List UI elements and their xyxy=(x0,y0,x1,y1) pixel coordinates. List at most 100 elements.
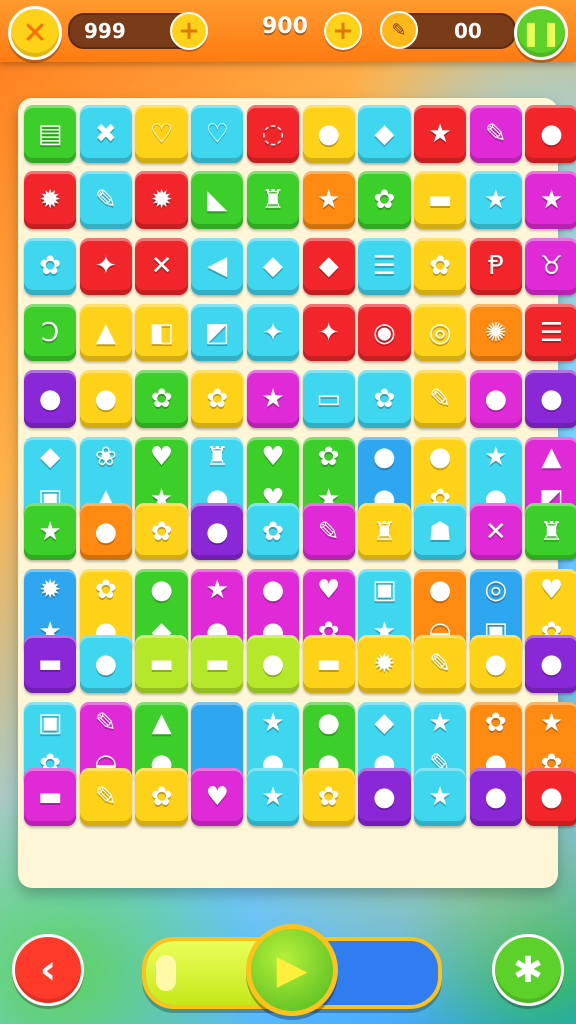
tile-r11-c8[interactable]: ★ xyxy=(413,768,467,826)
tile-r2-c1[interactable]: ✹ xyxy=(24,171,77,229)
tile-icon: ▬ xyxy=(316,649,341,680)
play-button[interactable]: ▶ xyxy=(246,924,338,1016)
tile-r9-c9[interactable]: ● xyxy=(469,635,522,693)
tile-r1-c9[interactable]: ✎ xyxy=(469,105,522,163)
tile-r11-c6[interactable]: ✿ xyxy=(302,768,355,826)
tile-r4-c2[interactable]: ▲ xyxy=(79,303,133,362)
tile-r3-c5[interactable]: ◆ xyxy=(246,237,300,296)
tile-r2-c8[interactable]: ▬ xyxy=(413,171,467,229)
tile-r7-c4[interactable]: ● xyxy=(191,502,244,561)
back-button[interactable]: ‹ xyxy=(12,934,84,1006)
tile-r5-c4[interactable]: ✿ xyxy=(191,370,244,428)
tile-r1-c1[interactable]: ▤ xyxy=(24,105,77,163)
tile-r5-c10[interactable]: ● xyxy=(525,370,576,428)
tile-icon: ✿ xyxy=(262,516,284,547)
tile-r3-c6[interactable]: ◆ xyxy=(302,237,355,296)
tile-r7-c6[interactable]: ✎ xyxy=(302,502,355,561)
tile-r9-c5[interactable]: ● xyxy=(246,635,300,693)
tile-r5-c8[interactable]: ✎ xyxy=(413,370,467,428)
tile-r7-c2[interactable]: ● xyxy=(79,502,133,561)
tile-r2-c7[interactable]: ✿ xyxy=(358,171,411,229)
tile-r2-c3[interactable]: ✹ xyxy=(135,171,188,229)
close-icon: ✕ xyxy=(22,15,48,51)
tile-r11-c10[interactable]: ● xyxy=(525,768,576,826)
tile-r4-c3[interactable]: ◧ xyxy=(135,303,188,362)
tile-r3-c7[interactable]: ☰ xyxy=(358,237,411,296)
tile-icon: ★ xyxy=(539,185,564,216)
tile-r1-c7[interactable]: ◆ xyxy=(358,105,411,163)
tile-r3-c8[interactable]: ✿ xyxy=(413,237,467,296)
add-score-button[interactable]: + xyxy=(324,12,362,50)
hint-pencil-button[interactable]: ✎ xyxy=(380,11,418,49)
tile-r2-c5[interactable]: ♜ xyxy=(246,171,300,229)
tile-r9-c7[interactable]: ✹ xyxy=(358,635,411,693)
tile-r1-c6[interactable]: ● xyxy=(302,105,355,163)
tile-r3-c9[interactable]: Ᵽ xyxy=(469,237,522,296)
tile-r11-c7[interactable]: ● xyxy=(358,768,411,826)
tile-icon: ▬ xyxy=(149,649,174,680)
tile-r9-c2[interactable]: ● xyxy=(79,635,133,693)
tile-r5-c1[interactable]: ● xyxy=(24,370,77,428)
tile-r11-c5[interactable]: ★ xyxy=(246,768,300,826)
tile-r9-c10[interactable]: ● xyxy=(525,635,576,693)
tile-r11-c4[interactable]: ♥ xyxy=(191,768,244,826)
tile-r5-c9[interactable]: ● xyxy=(469,370,522,428)
tile-r7-c7[interactable]: ♜ xyxy=(358,502,411,561)
tile-r1-c5[interactable]: ◌ xyxy=(246,105,300,163)
tile-r7-c5[interactable]: ✿ xyxy=(246,502,300,561)
tile-r3-c1[interactable]: ✿ xyxy=(24,237,77,296)
tile-r4-c5[interactable]: ✦ xyxy=(246,303,300,362)
tile-r7-c8[interactable]: ☗ xyxy=(413,502,467,561)
tile-icon: ▣ xyxy=(372,574,397,605)
tile-r1-c10[interactable]: ● xyxy=(525,105,576,163)
tile-r2-c2[interactable]: ✎ xyxy=(79,171,133,229)
tile-r7-c10[interactable]: ♜ xyxy=(525,502,576,561)
tile-r2-c6[interactable]: ★ xyxy=(302,171,355,229)
tile-icon: ◣ xyxy=(207,185,228,216)
pause-button[interactable]: ❚❚ xyxy=(514,6,568,60)
tile-r2-c4[interactable]: ◣ xyxy=(191,171,244,229)
tile-icon: ✦ xyxy=(262,317,284,348)
tile-r2-c9[interactable]: ★ xyxy=(469,171,522,229)
tile-r1-c4[interactable]: ♡ xyxy=(191,105,244,163)
tile-r11-c9[interactable]: ● xyxy=(469,768,522,826)
close-button[interactable]: ✕ xyxy=(8,6,62,60)
tile-r9-c3[interactable]: ▬ xyxy=(135,635,188,693)
tile-r7-c1[interactable]: ★ xyxy=(24,502,77,561)
tile-r9-c4[interactable]: ▬ xyxy=(191,635,244,693)
tile-r4-c10[interactable]: ☰ xyxy=(525,303,576,362)
tile-r5-c5[interactable]: ★ xyxy=(246,370,300,428)
tile-r4-c8[interactable]: ◎ xyxy=(413,303,467,362)
tile-r1-c8[interactable]: ★ xyxy=(413,105,467,163)
tile-r4-c7[interactable]: ◉ xyxy=(358,303,411,362)
add-coins-button[interactable]: + xyxy=(170,12,208,50)
tile-r5-c7[interactable]: ✿ xyxy=(358,370,411,428)
tile-r3-c4[interactable]: ◀ xyxy=(191,237,244,296)
puzzle-button[interactable]: ✱ xyxy=(492,934,564,1006)
tile-icon: ✿ xyxy=(150,516,173,547)
tile-r3-c10[interactable]: ♉ xyxy=(525,237,576,296)
tile-r9-c1[interactable]: ▬ xyxy=(24,635,77,693)
tile-icon: ● xyxy=(317,118,341,149)
tile-r11-c3[interactable]: ✿ xyxy=(135,768,188,826)
tile-r3-c2[interactable]: ✦ xyxy=(79,237,133,296)
tile-icon: ✿ xyxy=(39,251,62,282)
tile-icon: Ɔ xyxy=(41,317,60,348)
tile-r1-c2[interactable]: ✖ xyxy=(79,105,133,163)
tile-r11-c2[interactable]: ✎ xyxy=(79,768,133,826)
tile-r5-c6[interactable]: ▭ xyxy=(302,370,355,428)
tile-r7-c3[interactable]: ✿ xyxy=(135,502,188,561)
tile-r4-c4[interactable]: ◩ xyxy=(191,303,244,362)
tile-r4-c1[interactable]: Ɔ xyxy=(24,303,77,362)
tile-r4-c9[interactable]: ✺ xyxy=(469,303,522,362)
tile-r9-c8[interactable]: ✎ xyxy=(413,635,467,693)
tile-r2-c10[interactable]: ★ xyxy=(525,171,576,229)
tile-r9-c6[interactable]: ▬ xyxy=(302,635,355,693)
tile-r11-c1[interactable]: ▬ xyxy=(24,768,77,826)
tile-r5-c3[interactable]: ✿ xyxy=(135,370,188,428)
tile-r1-c3[interactable]: ♡ xyxy=(135,105,188,163)
tile-r5-c2[interactable]: ● xyxy=(79,370,133,428)
tile-r4-c6[interactable]: ✦ xyxy=(302,303,355,362)
tile-r3-c3[interactable]: ✕ xyxy=(135,237,188,296)
tile-r7-c9[interactable]: ✕ xyxy=(469,502,522,561)
